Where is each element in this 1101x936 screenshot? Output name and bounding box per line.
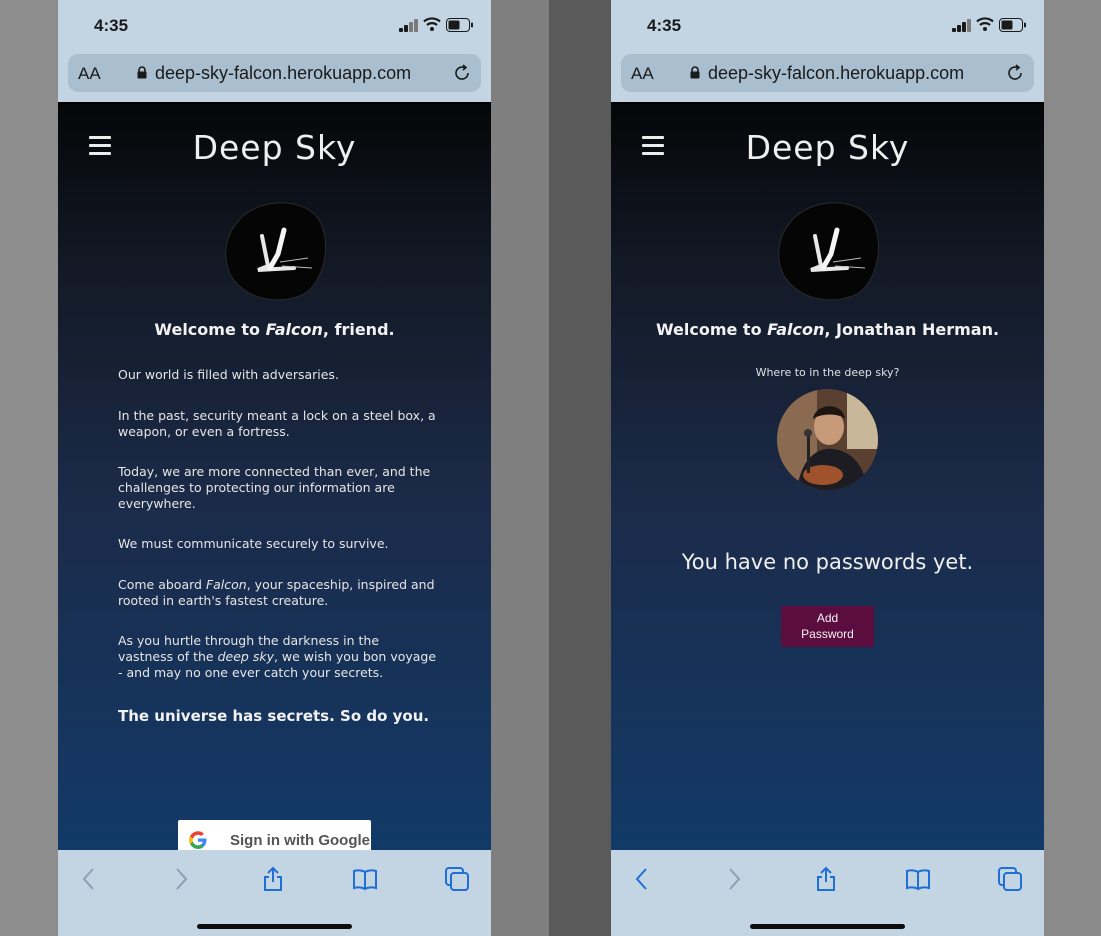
- browser-toolbar: [58, 850, 491, 936]
- welcome-suffix: , Jonathan Herman.: [824, 320, 1000, 339]
- tagline: The universe has secrets. So do you.: [118, 707, 430, 725]
- intro-paragraph: As you hurtle through the darkness in th…: [118, 633, 438, 681]
- wifi-icon: [423, 17, 441, 31]
- home-indicator: [197, 924, 352, 929]
- intro-paragraph: We must communicate securely to survive.: [118, 536, 438, 552]
- falcon-logo: [225, 202, 326, 301]
- url-text[interactable]: deep-sky-falcon.herokuapp.com: [155, 63, 411, 84]
- divider: [58, 102, 491, 104]
- google-signin-label: Sign in with Google: [230, 832, 370, 849]
- phone-left: 4:35 AA deep-sky-falcon.herokuapp.com De…: [58, 0, 491, 936]
- paragraph-communicate: We must communicate securely to survive.: [118, 536, 389, 551]
- paragraph-past-security: In the past, security meant a lock on a …: [118, 408, 436, 439]
- add-password-label-line1: Add: [816, 611, 839, 625]
- battery-icon: [446, 18, 473, 32]
- user-photo: [777, 389, 878, 490]
- brand-title: Deep Sky: [192, 128, 357, 167]
- welcome-prefix: Welcome to: [655, 320, 768, 339]
- destination-prompt: Where to in the deep sky?: [755, 366, 900, 379]
- back-arrow-icon[interactable]: [76, 866, 102, 892]
- back-arrow-icon[interactable]: [629, 866, 655, 892]
- empty-state-message: You have no passwords yet.: [681, 550, 974, 574]
- brand-title: Deep Sky: [745, 128, 910, 167]
- lock-icon: [690, 66, 700, 79]
- welcome-heading: Welcome to Falcon, friend.: [58, 320, 491, 339]
- google-g-icon: [189, 831, 207, 849]
- status-bar: 4:35: [611, 0, 1044, 50]
- app-screen: Deep Sky Welcome to Falcon, Jonathan Her…: [611, 102, 1044, 850]
- paragraph-bon-voyage: As you hurtle through the darkness in th…: [118, 633, 437, 680]
- intro-paragraph: In the past, security meant a lock on a …: [118, 408, 438, 440]
- text-size-button[interactable]: AA: [78, 64, 101, 84]
- gutter-shade: [549, 0, 611, 936]
- bookmarks-icon[interactable]: [905, 866, 931, 892]
- divider: [611, 102, 1044, 104]
- status-bar: 4:35: [58, 0, 491, 50]
- browser-toolbar: [611, 850, 1044, 936]
- welcome-app-name: Falcon: [265, 320, 323, 339]
- status-time: 4:35: [94, 16, 129, 35]
- add-password-button[interactable]: Add Password: [781, 606, 874, 647]
- middle-gutter: [491, 0, 611, 936]
- paragraph-connected: Today, we are more connected than ever, …: [118, 464, 431, 511]
- cellular-signal-icon: [952, 18, 972, 32]
- user-avatar[interactable]: [777, 389, 878, 490]
- paragraph-come-aboard: Come aboard Falcon, your spaceship, insp…: [118, 577, 435, 608]
- share-icon[interactable]: [260, 866, 286, 892]
- status-time: 4:35: [647, 16, 682, 35]
- reload-icon[interactable]: [1006, 64, 1024, 82]
- app-screen: Deep Sky Welcome to Falcon, friend. Our …: [58, 102, 491, 860]
- url-text[interactable]: deep-sky-falcon.herokuapp.com: [708, 63, 964, 84]
- paragraph-adversaries: Our world is filled with adversaries.: [118, 367, 339, 382]
- text-size-button[interactable]: AA: [631, 64, 654, 84]
- tabs-icon[interactable]: [997, 866, 1023, 892]
- intro-paragraph: Today, we are more connected than ever, …: [118, 464, 438, 512]
- battery-icon: [999, 18, 1026, 32]
- address-bar[interactable]: AA deep-sky-falcon.herokuapp.com: [68, 54, 481, 92]
- intro-paragraph: Come aboard Falcon, your spaceship, insp…: [118, 577, 438, 609]
- cellular-signal-icon: [399, 18, 419, 32]
- right-gutter: [1044, 0, 1101, 936]
- forward-arrow-icon[interactable]: [721, 866, 747, 892]
- add-password-label-line2: Password: [801, 627, 854, 641]
- bookmarks-icon[interactable]: [352, 866, 378, 892]
- wifi-icon: [976, 17, 994, 31]
- phone-right: 4:35 AA deep-sky-falcon.herokuapp.com De…: [611, 0, 1044, 936]
- left-gutter: [0, 0, 58, 936]
- welcome-app-name: Falcon: [767, 320, 825, 339]
- home-indicator: [750, 924, 905, 929]
- share-icon[interactable]: [813, 866, 839, 892]
- falcon-logo: [778, 202, 879, 301]
- intro-paragraph: Our world is filled with adversaries.: [118, 367, 438, 383]
- welcome-prefix: Welcome to: [154, 320, 266, 339]
- lock-icon: [137, 66, 147, 79]
- address-bar[interactable]: AA deep-sky-falcon.herokuapp.com: [621, 54, 1034, 92]
- welcome-heading: Welcome to Falcon, Jonathan Herman.: [611, 320, 1044, 339]
- forward-arrow-icon[interactable]: [168, 866, 194, 892]
- reload-icon[interactable]: [453, 64, 471, 82]
- welcome-suffix: , friend.: [322, 320, 395, 339]
- tabs-icon[interactable]: [444, 866, 470, 892]
